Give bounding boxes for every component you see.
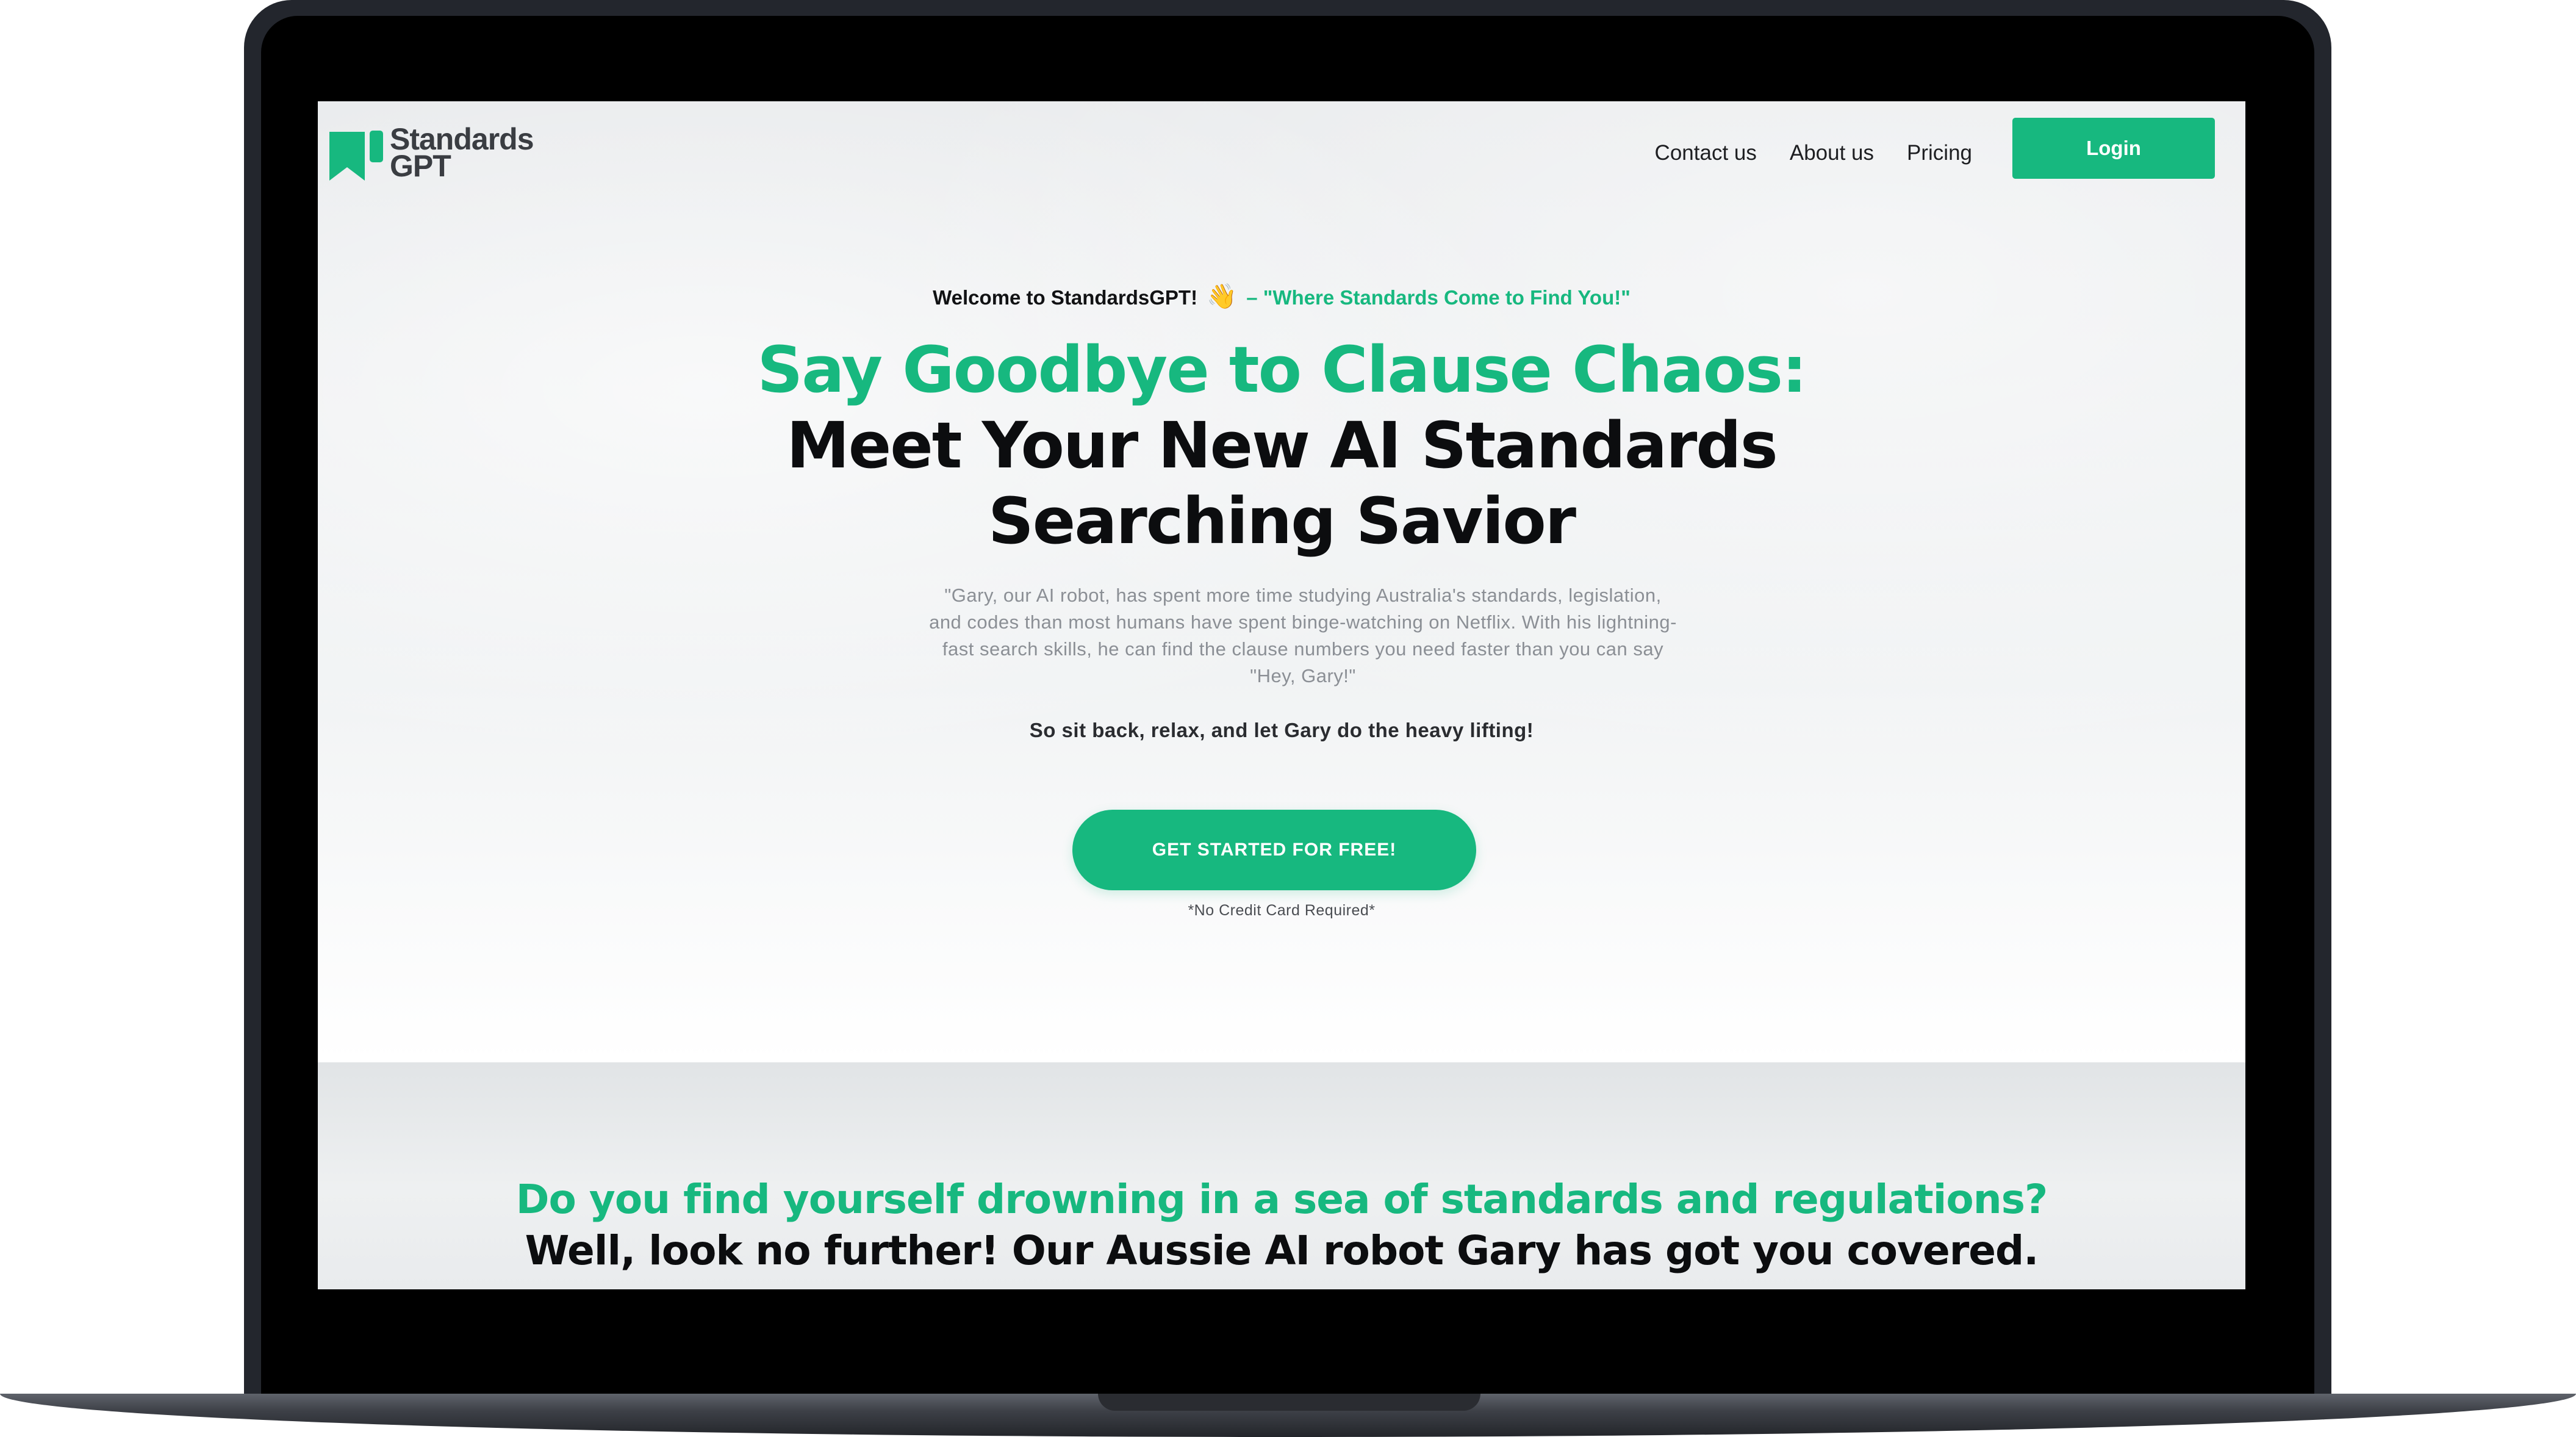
- hero-section: Standards GPT Contact us About us Pricin…: [318, 101, 2245, 1062]
- headline-dark: Meet Your New AI Standards Searching Sav…: [786, 408, 1778, 558]
- no-credit-card-note: *No Credit Card Required*: [1188, 902, 1376, 919]
- main-nav: Contact us About us Pricing: [1655, 132, 1972, 175]
- nav-contact-us[interactable]: Contact us: [1655, 141, 1757, 165]
- site-logo[interactable]: Standards GPT: [327, 122, 547, 187]
- nav-pricing[interactable]: Pricing: [1907, 141, 1972, 165]
- login-button[interactable]: Login: [2012, 118, 2215, 179]
- section2-heading-dark: Well, look no further! Our Aussie AI rob…: [525, 1227, 2039, 1274]
- welcome-text: Welcome to StandardsGPT!: [933, 286, 1198, 309]
- nav-about-us[interactable]: About us: [1790, 141, 1874, 165]
- website-screen: Standards GPT Contact us About us Pricin…: [318, 101, 2245, 1289]
- headline-green: Say Goodbye to Clause Chaos:: [757, 333, 1807, 407]
- welcome-tagline: – "Where Standards Come to Find You!": [1246, 286, 1631, 309]
- hero-headline: Say Goodbye to Clause Chaos: Meet Your N…: [318, 332, 2245, 559]
- section2-heading: Do you find yourself drowning in a sea o…: [318, 1174, 2245, 1277]
- welcome-line: Welcome to StandardsGPT! 👋 – "Where Stan…: [318, 282, 2245, 311]
- laptop-bezel-bottom: [261, 1353, 2314, 1397]
- get-started-button[interactable]: GET STARTED FOR FREE!: [1072, 810, 1476, 890]
- bookmark-logo-icon: [329, 131, 383, 181]
- hero-quote: "Gary, our AI robot, has spent more time…: [929, 585, 1677, 686]
- laptop-notch: [1098, 1394, 1480, 1411]
- hero-tagline: So sit back, relax, and let Gary do the …: [1029, 719, 1534, 741]
- section2-heading-green: Do you find yourself drowning in a sea o…: [515, 1176, 2048, 1223]
- logo-text: Standards GPT: [390, 122, 534, 183]
- waving-hand-icon: 👋: [1207, 283, 1238, 310]
